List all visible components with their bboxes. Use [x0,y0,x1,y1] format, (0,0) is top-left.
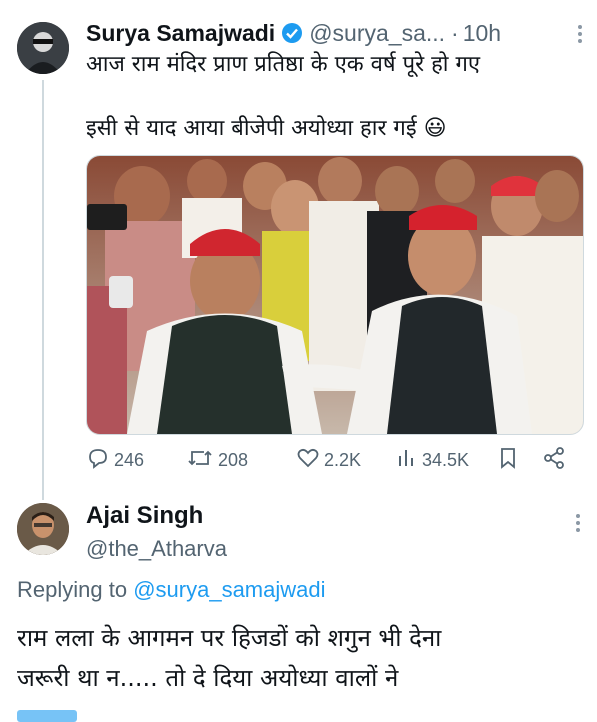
share-icon [542,446,570,475]
author-handle[interactable]: @surya_sa... [309,20,445,47]
reply-header: Ajai Singh @the_Atharva [86,502,227,562]
bookmark-icon [497,446,523,475]
tweet-photo[interactable] [86,155,584,435]
views-icon [396,446,422,475]
bookmark-button[interactable] [497,446,523,475]
replying-to-mention[interactable]: @surya_samajwadi [133,577,325,602]
replying-prefix: Replying to [17,577,128,602]
reply-count: 246 [114,450,145,470]
reply-more-icon[interactable] [575,513,581,538]
reply-text: राम लला के आगमन पर हिजडों को शगुन भी देन… [17,618,441,698]
like-count: 2.2K [324,450,362,470]
replying-to-line: Replying to @surya_samajwadi [17,577,326,603]
reply-button[interactable]: 246 [86,446,144,475]
author-avatar[interactable] [17,22,69,74]
reply-author-name[interactable]: Ajai Singh [86,502,227,530]
verified-icon [281,22,303,44]
views-count: 34.5K [422,450,470,470]
reply-text-line-1: राम लला के आगमन पर हिजडों को शगुन भी देन… [17,624,442,652]
retweet-count: 208 [218,450,249,470]
tweet-action-bar: 246 208 2.2K 34.5K [86,446,576,476]
thread-connector-line [42,80,44,500]
truncated-content [17,710,77,722]
like-button[interactable]: 2.2K [296,446,361,475]
reply-author-avatar[interactable] [17,503,69,555]
share-button[interactable] [542,446,570,475]
tweet-time[interactable]: 10h [463,20,501,47]
retweet-icon [186,446,218,475]
reply-icon [86,446,114,475]
separator-dot: · [451,19,459,46]
tweet-text-line-2: इसी से याद आया बीजेपी अयोध्या हार गई 😃 [86,116,447,141]
tweet-header: Surya Samajwadi @surya_sa... · 10h [86,18,586,48]
tweet-text-line-1: आज राम मंदिर प्राण प्रतिष्ठा के एक वर्ष … [86,52,480,77]
like-icon [296,446,324,475]
reply-text-line-2: जरूरी था न..... तो दे दिया अयोध्या वालों… [17,664,399,692]
views-button[interactable]: 34.5K [396,446,469,475]
retweet-button[interactable]: 208 [186,446,248,475]
author-name[interactable]: Surya Samajwadi [86,20,275,47]
reply-author-handle[interactable]: @the_Atharva [86,536,227,562]
more-icon[interactable] [577,24,583,50]
